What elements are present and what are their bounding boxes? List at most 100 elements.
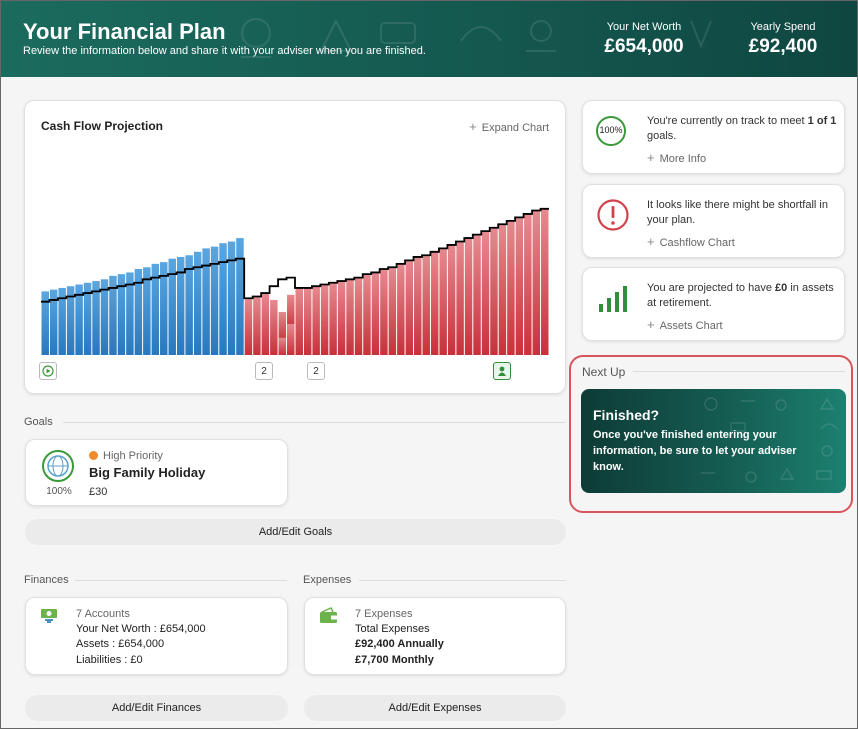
finished-card[interactable]: Finished? Once you've finished entering … xyxy=(581,389,846,493)
page-subtitle: Review the information below and share i… xyxy=(23,45,426,57)
cash-flow-bar xyxy=(295,287,303,355)
chart-marker-1[interactable]: 2 xyxy=(255,362,273,380)
chart-marker-2[interactable]: 2 xyxy=(307,362,325,380)
globe-icon xyxy=(42,450,74,482)
cash-flow-chart[interactable] xyxy=(25,101,567,395)
on-track-card: 100% You're currently on track to meet 1… xyxy=(582,100,845,174)
goal-percent: 100% xyxy=(46,486,72,497)
cash-flow-bar xyxy=(354,277,363,355)
cash-flow-bar xyxy=(143,267,151,355)
play-icon xyxy=(42,365,54,377)
finished-body: Once you've finished entering your infor… xyxy=(593,429,797,473)
on-track-text: You're currently on track to meet 1 of 1… xyxy=(647,114,837,144)
cash-flow-bar xyxy=(219,243,227,355)
cash-flow-bar xyxy=(439,248,447,355)
cash-flow-bar xyxy=(405,260,414,355)
cash-flow-bar xyxy=(473,234,481,355)
cash-flow-bar xyxy=(498,224,507,355)
cash-flow-bar xyxy=(168,258,176,355)
cash-flow-bar xyxy=(287,324,295,355)
cash-flow-bar xyxy=(227,241,236,355)
assets-text-start: You are projected to have xyxy=(647,282,776,294)
cash-flow-bar xyxy=(303,287,312,355)
cash-flow-bar xyxy=(320,284,329,355)
net-worth-value: £654,000 xyxy=(604,36,684,57)
expenses-section-label: Expenses xyxy=(303,574,352,586)
alert-circle-icon xyxy=(597,199,629,231)
cash-flow-bar xyxy=(100,279,109,355)
bar-chart-icon xyxy=(599,286,627,312)
play-button[interactable] xyxy=(39,362,57,380)
cash-flow-bar xyxy=(270,299,278,355)
expenses-divider xyxy=(359,580,566,581)
cash-flow-bar xyxy=(490,227,498,355)
goal-card[interactable]: 100% High Priority Big Family Holiday £3… xyxy=(25,439,288,506)
cash-flow-bar xyxy=(515,217,524,355)
shortfall-text: It looks like there might be shortfall i… xyxy=(647,199,828,226)
cash-flow-bar xyxy=(329,282,337,355)
projection-line xyxy=(41,207,549,303)
more-info-link[interactable]: + More Info xyxy=(647,150,706,165)
finances-net-worth: Your Net Worth : £654,000 xyxy=(76,623,206,635)
net-worth-label: Your Net Worth xyxy=(606,21,682,33)
yearly-spend-label: Yearly Spend xyxy=(750,21,816,33)
next-up-label: Next Up xyxy=(582,365,626,379)
cash-flow-bar xyxy=(236,238,244,355)
next-up-divider xyxy=(633,371,845,372)
cash-flow-bar xyxy=(202,248,210,355)
assets-card: You are projected to have £0 in assets a… xyxy=(582,267,845,341)
cash-flow-bar xyxy=(507,220,515,355)
accounts-count: 7 Accounts xyxy=(76,608,130,620)
cash-flow-bar xyxy=(278,312,287,342)
cash-flow-bar xyxy=(261,293,270,355)
add-edit-finances-button[interactable]: Add/Edit Finances xyxy=(25,695,288,721)
goals-divider xyxy=(63,422,566,423)
finances-divider xyxy=(75,580,287,581)
cash-flow-bar xyxy=(422,255,430,355)
cash-flow-bar xyxy=(481,231,490,355)
cash-flow-bar xyxy=(337,281,346,355)
goal-name: Big Family Holiday xyxy=(89,465,206,480)
finances-assets: Assets : £654,000 xyxy=(76,638,165,650)
wallet-icon xyxy=(320,607,337,623)
cash-flow-bar xyxy=(430,251,439,355)
assets-chart-link[interactable]: + Assets Chart xyxy=(647,317,723,332)
plus-icon: + xyxy=(647,234,655,249)
goal-priority: High Priority xyxy=(103,450,163,462)
finances-liabilities: Liabilities : £0 xyxy=(76,654,143,666)
cash-flow-bar xyxy=(185,255,193,355)
yearly-spend-value: £92,400 xyxy=(748,36,818,57)
cash-flow-bar xyxy=(524,213,532,355)
finances-card[interactable]: 7 Accounts Your Net Worth : £654,000 Ass… xyxy=(25,597,288,675)
assets-text: You are projected to have £0 in assets a… xyxy=(647,281,837,311)
assets-amount: £0 xyxy=(775,282,788,294)
finances-section-label: Finances xyxy=(24,574,69,586)
shortfall-card: It looks like there might be shortfall i… xyxy=(582,184,845,258)
cash-flow-bar xyxy=(371,272,380,355)
goals-section-label: Goals xyxy=(24,416,53,428)
retirement-marker[interactable] xyxy=(493,362,511,380)
plus-icon: + xyxy=(647,150,655,165)
expenses-count: 7 Expenses xyxy=(355,608,413,620)
cash-flow-bar xyxy=(464,238,473,355)
cashflow-chart-link[interactable]: + Cashflow Chart xyxy=(647,234,735,249)
add-edit-goals-button[interactable]: Add/Edit Goals xyxy=(25,519,566,545)
cash-flow-bar xyxy=(397,263,405,355)
cash-flow-bar xyxy=(532,210,541,355)
finished-title: Finished? xyxy=(593,407,660,423)
header-banner: Your Financial Plan Review the informati… xyxy=(1,1,857,77)
plus-icon: + xyxy=(647,317,655,332)
cashflow-chart-label: Cashflow Chart xyxy=(659,237,735,249)
expenses-annual: £92,400 Annually xyxy=(355,638,444,650)
cash-flow-bar xyxy=(541,208,549,355)
cash-flow-bar xyxy=(210,246,219,355)
yearly-spend-stat: Yearly Spend £92,400 xyxy=(739,21,827,58)
track-percent: 100% xyxy=(599,125,623,135)
expenses-card[interactable]: 7 Expenses Total Expenses £92,400 Annual… xyxy=(304,597,566,675)
person-icon xyxy=(498,366,506,376)
cash-flow-bar xyxy=(346,279,354,355)
money-icon xyxy=(41,609,57,623)
cash-flow-card: Cash Flow Projection + Expand Chart 2 2 xyxy=(24,100,566,394)
add-edit-expenses-button[interactable]: Add/Edit Expenses xyxy=(304,695,566,721)
on-track-text-end: goals. xyxy=(647,130,677,142)
